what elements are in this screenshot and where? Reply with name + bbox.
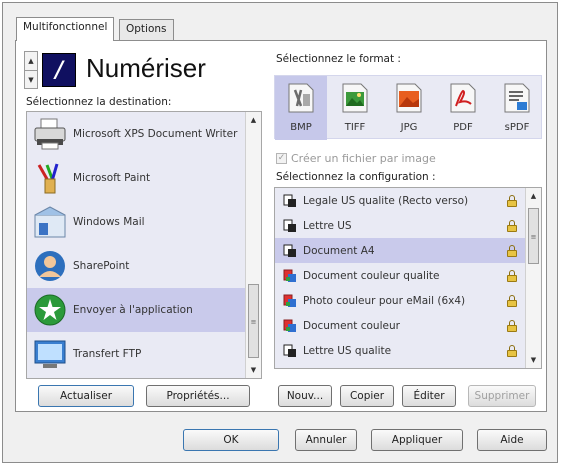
configuration-list[interactable]: Legale US qualite (Recto verso) Lettre U… [274, 187, 542, 369]
destination-item-windows-mail[interactable]: Windows Mail [27, 200, 245, 244]
lock-icon [507, 194, 517, 207]
cancel-button[interactable]: Annuler [295, 429, 357, 451]
format-strip: BMP TIFF JPG PDF sPDF [274, 75, 543, 140]
format-name: BMP [290, 122, 312, 133]
new-configuration-button[interactable]: Nouv... [278, 385, 332, 407]
dialog-window: Multifonctionnel Options ▲ ▼ / Numériser… [2, 2, 558, 463]
destination-item-label: Microsoft XPS Document Writer [73, 127, 238, 140]
configuration-scrollbar[interactable]: ▲ ≡ ▼ [525, 188, 541, 368]
ok-button[interactable]: OK [183, 429, 279, 451]
format-jpg[interactable]: JPG [383, 76, 435, 140]
edit-configuration-button[interactable]: Éditer [402, 385, 456, 407]
lock-icon [507, 244, 517, 257]
checkbox-box[interactable]: ✓ [276, 152, 287, 164]
sharepoint-icon [33, 249, 67, 283]
ftp-transfer-icon [33, 337, 67, 371]
spinner-down-icon[interactable]: ▼ [25, 70, 37, 88]
paint-brush-icon [33, 161, 67, 195]
lock-icon [507, 319, 517, 332]
apply-button[interactable]: Appliquer [371, 429, 463, 451]
destination-item-sharepoint[interactable]: SharePoint [27, 244, 245, 288]
help-button[interactable]: Aide [477, 429, 547, 451]
destination-item-label: Envoyer à l'application [73, 303, 193, 316]
configuration-item-label: Lettre US [303, 219, 352, 232]
bw-document-icon [283, 344, 297, 358]
sequence-number-icon: / [42, 53, 76, 87]
format-spdf[interactable]: sPDF [491, 76, 543, 140]
windows-mail-icon [33, 205, 67, 239]
scrollbar-thumb[interactable]: ≡ [248, 284, 259, 358]
destination-item-label: SharePoint [73, 259, 130, 272]
format-name: JPG [400, 122, 418, 133]
configuration-item-label: Document couleur qualite [303, 269, 440, 282]
configuration-label: Sélectionnez la configuration : [276, 171, 436, 183]
lock-icon [507, 294, 517, 307]
destination-scrollbar[interactable]: ▲ ≡ ▼ [245, 112, 261, 378]
page-title: Numériser [86, 53, 206, 83]
bmp-file-icon [285, 82, 317, 114]
configuration-item[interactable]: Lettre US qualite [275, 338, 525, 363]
pdf-file-icon [447, 82, 479, 114]
lock-icon [507, 269, 517, 282]
format-bmp[interactable]: BMP [275, 76, 327, 140]
properties-button[interactable]: Propriétés... [146, 385, 250, 407]
configuration-item[interactable]: Photo couleur pour eMail (6x4) [275, 288, 525, 313]
configuration-item[interactable]: Document couleur [275, 313, 525, 338]
destination-item-paint[interactable]: Microsoft Paint [27, 156, 245, 200]
bw-document-icon [283, 219, 297, 233]
refresh-button[interactable]: Actualiser [38, 385, 134, 407]
copy-configuration-button[interactable]: Copier [340, 385, 394, 407]
scrollbar-thumb[interactable]: ≡ [528, 208, 539, 264]
configuration-item-label: Legale US qualite (Recto verso) [303, 194, 469, 207]
color-document-icon [283, 319, 297, 333]
format-name: PDF [453, 122, 473, 133]
configuration-item-label: Document A4 [303, 244, 375, 257]
checkbox-label: Créer un fichier par image [291, 151, 436, 165]
destination-list[interactable]: Microsoft XPS Document Writer Microsoft … [26, 111, 262, 379]
one-file-per-image-checkbox[interactable]: ✓ Créer un fichier par image [276, 151, 436, 165]
send-to-application-icon [33, 293, 67, 327]
spinner-up-icon[interactable]: ▲ [25, 52, 37, 70]
configuration-item[interactable]: Document couleur qualite [275, 263, 525, 288]
scroll-down-icon[interactable]: ▼ [526, 352, 541, 368]
tab-multifonctionnel[interactable]: Multifonctionnel [16, 17, 115, 41]
lock-icon [507, 344, 517, 357]
printer-icon [33, 117, 67, 151]
destination-label: Sélectionnez la destination: [26, 96, 172, 108]
delete-configuration-button: Supprimer [468, 385, 536, 407]
configuration-item[interactable]: Lettre US [275, 213, 525, 238]
color-document-icon [283, 269, 297, 283]
scroll-up-icon[interactable]: ▲ [246, 112, 261, 128]
bw-document-icon [283, 244, 297, 258]
bw-document-icon [283, 194, 297, 208]
tab-options[interactable]: Options [119, 19, 174, 41]
scroll-down-icon[interactable]: ▼ [246, 362, 261, 378]
destination-item-send-to-application[interactable]: Envoyer à l'application [27, 288, 245, 332]
spdf-file-icon [501, 82, 533, 114]
destination-item-ftp[interactable]: Transfert FTP [27, 332, 245, 376]
tab-panel: ▲ ▼ / Numériser Sélectionnez la destinat… [15, 40, 547, 412]
configuration-item-label: Lettre US qualite [303, 344, 392, 357]
configuration-item-label: Document couleur [303, 319, 400, 332]
scroll-up-icon[interactable]: ▲ [526, 188, 541, 204]
format-label: Sélectionnez le format : [276, 53, 401, 65]
format-name: sPDF [504, 122, 530, 133]
destination-item-label: Windows Mail [73, 215, 145, 228]
configuration-item-label: Photo couleur pour eMail (6x4) [303, 294, 466, 307]
format-pdf[interactable]: PDF [437, 76, 489, 140]
color-document-icon [283, 294, 297, 308]
configuration-item[interactable]: Document A4 [275, 238, 525, 263]
configuration-item[interactable]: Legale US qualite (Recto verso) [275, 188, 525, 213]
format-name: TIFF [344, 122, 366, 133]
format-tiff[interactable]: TIFF [329, 76, 381, 140]
sequence-selector: ▲ ▼ / Numériser [24, 51, 248, 89]
destination-item-xps[interactable]: Microsoft XPS Document Writer [27, 112, 245, 156]
jpg-file-icon [393, 82, 425, 114]
destination-item-label: Microsoft Paint [73, 171, 151, 184]
lock-icon [507, 219, 517, 232]
sequence-spinner[interactable]: ▲ ▼ [24, 51, 38, 89]
tiff-file-icon [339, 82, 371, 114]
destination-item-label: Transfert FTP [73, 347, 142, 360]
